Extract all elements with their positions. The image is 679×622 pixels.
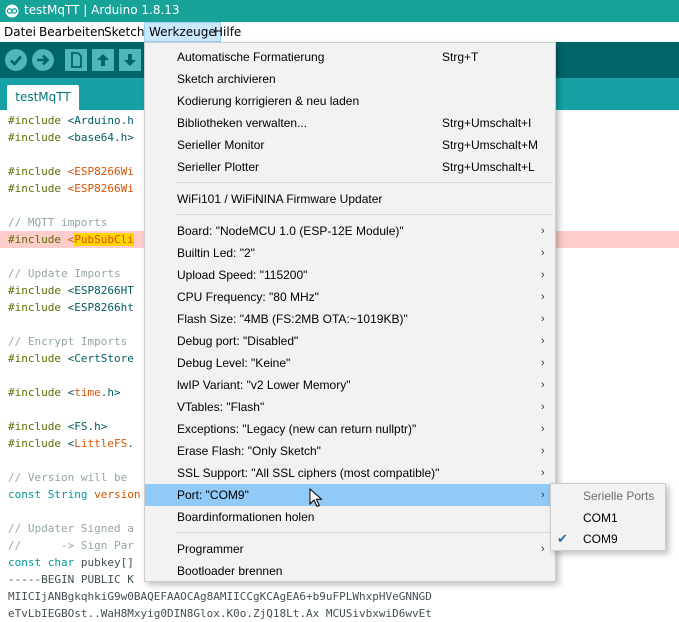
- menu-item-auto-format[interactable]: Automatische Formatierung Strg+T: [145, 46, 555, 68]
- code-line-29: MIICIjANBgkqhkiG9w0BAQEFAAOCAg8AMIICCgKC…: [8, 590, 432, 603]
- port-option-com1[interactable]: COM1: [551, 507, 665, 529]
- menu-item-fix-encoding[interactable]: Kodierung korrigieren & neu laden: [145, 90, 555, 112]
- chevron-right-icon: ›: [541, 247, 545, 259]
- code-line-20: #include <LittleFS.: [8, 437, 134, 450]
- code-line-15: #include <CertStore: [8, 352, 134, 365]
- menu-separator: [175, 182, 553, 183]
- code-line-28: -----BEGIN PUBLIC K: [8, 573, 134, 586]
- chevron-right-icon: ›: [541, 291, 545, 303]
- menu-item-archive-sketch[interactable]: Sketch archivieren: [145, 68, 555, 90]
- chevron-right-icon: ›: [541, 225, 545, 237]
- checkmark-icon: ✔: [557, 531, 568, 546]
- menu-item-ssl-support[interactable]: SSL Support: "All SSL ciphers (most comp…: [145, 462, 555, 484]
- open-sketch-icon[interactable]: [92, 49, 114, 71]
- code-line-30: eTvLbIEGBOst..WaH8Mxyig0DIN8Glox.K0o.ZjQ…: [8, 607, 432, 620]
- menu-item-board-info[interactable]: Boardinformationen holen: [145, 506, 555, 528]
- chevron-right-icon: ›: [541, 543, 545, 555]
- menu-bar: Datei Bearbeiten Sketch Werkzeuge Hilfe: [0, 22, 679, 42]
- save-sketch-icon[interactable]: [119, 49, 141, 71]
- chevron-right-icon: ›: [541, 379, 545, 391]
- upload-icon[interactable]: [32, 49, 54, 71]
- menu-item-serial-monitor[interactable]: Serieller Monitor Strg+Umschalt+M: [145, 134, 555, 156]
- code-line-27: const char pubkey[]: [8, 556, 134, 569]
- menu-item-debug-level[interactable]: Debug Level: "Keine" ›: [145, 352, 555, 374]
- menu-item-port[interactable]: Port: "COM9" ›: [145, 484, 555, 506]
- code-line-4: #include <ESP8266Wi: [8, 165, 134, 178]
- chevron-right-icon: ›: [541, 401, 545, 413]
- tab-testmqtt[interactable]: testMqTT: [7, 85, 79, 110]
- code-line-23: const String version: [8, 488, 141, 501]
- arduino-logo-icon: [5, 4, 19, 18]
- code-line-2: #include <base64.h>: [8, 131, 134, 144]
- menu-separator: [175, 532, 553, 533]
- menu-separator: [175, 214, 553, 215]
- code-line-25: // Updater Signed a: [8, 522, 134, 535]
- code-line-1: #include <Arduino.h: [8, 114, 134, 127]
- code-line-17: #include <time.h>: [8, 386, 121, 399]
- window-title: testMqTT | Arduino 1.8.13: [24, 3, 180, 17]
- port-submenu: Serielle Ports COM1 ✔ COM9: [550, 483, 666, 551]
- code-line-10: // Update Imports: [8, 267, 121, 280]
- chevron-right-icon: ›: [541, 467, 545, 479]
- code-line-11: #include <ESP8266HT: [8, 284, 134, 297]
- menu-item-board[interactable]: Board: "NodeMCU 1.0 (ESP-12E Module)" ›: [145, 220, 555, 242]
- code-line-12: #include <ESP8266ht: [8, 301, 134, 314]
- menu-sketch[interactable]: Sketch: [100, 22, 148, 42]
- chevron-right-icon: ›: [541, 423, 545, 435]
- port-option-com9[interactable]: ✔ COM9: [551, 528, 665, 550]
- werkzeuge-dropdown-menu: Automatische Formatierung Strg+T Sketch a…: [144, 42, 556, 582]
- menu-item-vtables[interactable]: VTables: "Flash" ›: [145, 396, 555, 418]
- code-line-14: // Encrypt Imports: [8, 335, 128, 348]
- menu-datei[interactable]: Datei: [0, 22, 40, 42]
- chevron-right-icon: ›: [541, 313, 545, 325]
- menu-item-exceptions[interactable]: Exceptions: "Legacy (new can return null…: [145, 418, 555, 440]
- mouse-pointer-icon: [309, 488, 323, 508]
- chevron-right-icon: ›: [541, 269, 545, 281]
- code-line-22: // Version will be: [8, 471, 134, 484]
- menu-bearbeiten[interactable]: Bearbeiten: [35, 22, 109, 42]
- menu-hilfe[interactable]: Hilfe: [210, 22, 245, 42]
- code-line-7: // MQTT imports: [8, 216, 108, 229]
- menu-item-lwip-variant[interactable]: lwIP Variant: "v2 Lower Memory" ›: [145, 374, 555, 396]
- menu-item-debug-port[interactable]: Debug port: "Disabled" ›: [145, 330, 555, 352]
- code-line-19: #include <FS.h>: [8, 420, 108, 433]
- menu-item-manage-libraries[interactable]: Bibliotheken verwalten... Strg+Umschalt+I: [145, 112, 555, 134]
- menu-item-upload-speed[interactable]: Upload Speed: "115200" ›: [145, 264, 555, 286]
- menu-item-erase-flash[interactable]: Erase Flash: "Only Sketch" ›: [145, 440, 555, 462]
- chevron-right-icon: ›: [541, 357, 545, 369]
- title-bar: testMqTT | Arduino 1.8.13: [0, 0, 679, 22]
- menu-item-programmer[interactable]: Programmer ›: [145, 538, 555, 560]
- chevron-right-icon: ›: [541, 335, 545, 347]
- code-line-5: #include <ESP8266Wi: [8, 182, 134, 195]
- menu-item-cpu-frequency[interactable]: CPU Frequency: "80 MHz" ›: [145, 286, 555, 308]
- menu-item-builtin-led[interactable]: Builtin Led: "2" ›: [145, 242, 555, 264]
- verify-icon[interactable]: [5, 49, 27, 71]
- new-sketch-icon[interactable]: [65, 49, 87, 71]
- chevron-right-icon: ›: [541, 489, 545, 501]
- menu-item-serial-plotter[interactable]: Serieller Plotter Strg+Umschalt+L: [145, 156, 555, 178]
- menu-item-firmware-updater[interactable]: WiFi101 / WiFiNINA Firmware Updater: [145, 188, 555, 210]
- chevron-right-icon: ›: [541, 445, 545, 457]
- menu-item-burn-bootloader[interactable]: Bootloader brennen: [145, 560, 555, 582]
- submenu-header-serial-ports: Serielle Ports: [583, 489, 655, 503]
- menu-item-flash-size[interactable]: Flash Size: "4MB (FS:2MB OTA:~1019KB)" ›: [145, 308, 555, 330]
- code-line-26: // -> Sign Par: [8, 539, 134, 552]
